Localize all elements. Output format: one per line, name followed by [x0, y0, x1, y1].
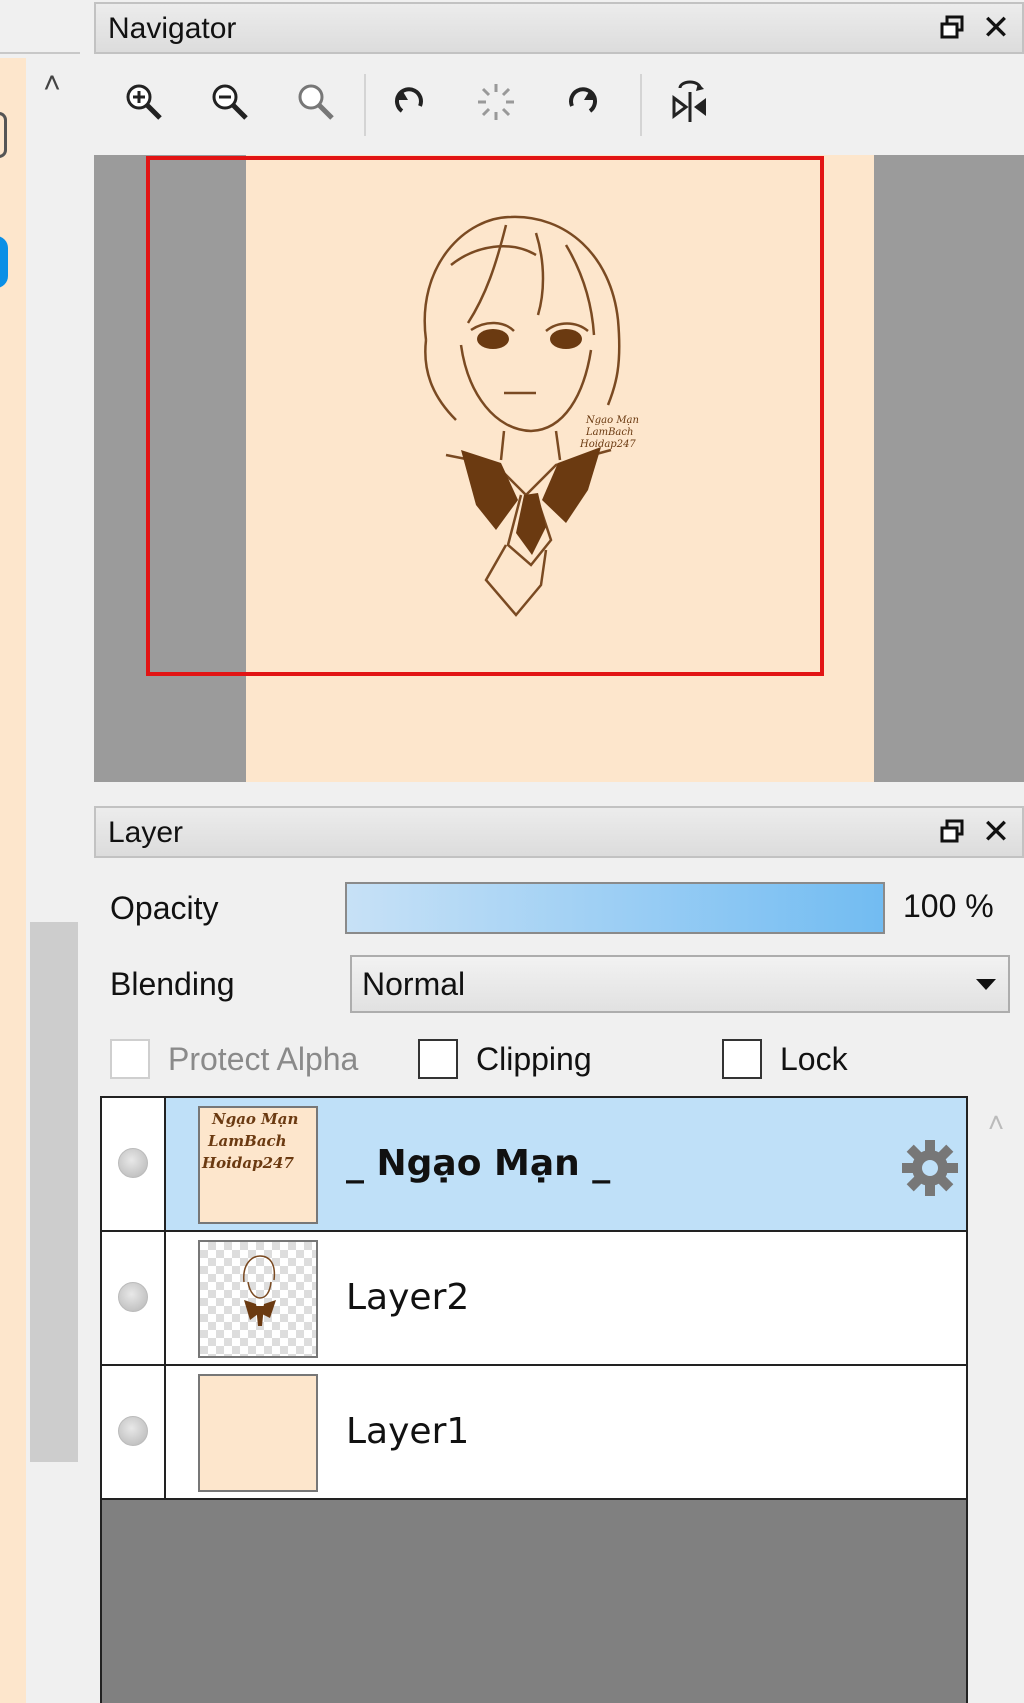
- visibility-dot-icon: [118, 1416, 148, 1446]
- navigator-title: Navigator: [108, 12, 237, 45]
- lock-label: Lock: [780, 1041, 848, 1077]
- layer-row[interactable]: Layer2: [102, 1232, 966, 1366]
- layer-row[interactable]: Ngạo Mạn LamBach Hoidap247 _ Ngạo Mạn _: [102, 1098, 966, 1232]
- layer-name[interactable]: Layer2: [346, 1232, 469, 1364]
- left-scrollbar-thumb[interactable]: [30, 922, 78, 1462]
- blending-select[interactable]: Normal: [350, 955, 1010, 1013]
- float-window-icon[interactable]: [938, 14, 966, 42]
- layer-row[interactable]: Layer1: [102, 1366, 966, 1500]
- float-window-icon[interactable]: [938, 818, 966, 846]
- canvas-edge: [0, 58, 26, 1703]
- close-icon[interactable]: ✕: [980, 11, 1012, 45]
- layer-title-bar[interactable]: Layer ✕: [94, 806, 1024, 858]
- layer-thumbnail: Ngạo Mạn LamBach Hoidap247: [198, 1106, 318, 1224]
- partial-active-tool-icon: [0, 236, 8, 288]
- layer-visibility-toggle[interactable]: [102, 1366, 166, 1498]
- opacity-value: 100 %: [903, 888, 994, 924]
- opacity-slider[interactable]: [345, 882, 885, 934]
- chevron-up-icon[interactable]: ˄: [36, 64, 68, 104]
- visibility-dot-icon: [118, 1282, 148, 1312]
- gear-icon[interactable]: [898, 1136, 962, 1200]
- rotate-left-icon[interactable]: [384, 76, 436, 128]
- protect-alpha-label: Protect Alpha: [168, 1041, 359, 1077]
- layer-list[interactable]: Ngạo Mạn LamBach Hoidap247 _ Ngạo Mạn _: [100, 1096, 968, 1703]
- thumb-text-line: LamBach: [208, 1132, 287, 1150]
- layer-panel-title: Layer: [108, 816, 184, 849]
- chevron-up-icon[interactable]: ˄: [980, 1108, 1012, 1138]
- protect-alpha-checkbox[interactable]: [110, 1039, 150, 1079]
- partial-tool-icon: [0, 112, 7, 158]
- zoom-in-icon[interactable]: [118, 76, 170, 128]
- thumb-text-line: Ngạo Mạn: [212, 1110, 299, 1128]
- zoom-out-icon[interactable]: [204, 76, 256, 128]
- visibility-dot-icon: [118, 1148, 148, 1178]
- flip-horizontal-icon[interactable]: [664, 76, 716, 128]
- navigator-title-bar[interactable]: Navigator ✕: [94, 2, 1024, 54]
- layer-visibility-toggle[interactable]: [102, 1232, 166, 1364]
- blending-value: Normal: [362, 966, 466, 1002]
- close-icon[interactable]: ✕: [980, 815, 1012, 849]
- left-divider: [0, 52, 80, 54]
- rotate-reset-icon[interactable]: [470, 76, 522, 128]
- blending-label: Blending: [110, 966, 235, 1002]
- layer-name[interactable]: Layer1: [346, 1366, 469, 1498]
- clipping-checkbox[interactable]: [418, 1039, 458, 1079]
- opacity-label: Opacity: [110, 890, 219, 926]
- layer-name[interactable]: _ Ngạo Mạn _: [346, 1098, 610, 1230]
- opacity-slider-fill: [347, 884, 883, 932]
- rotate-right-icon[interactable]: [556, 76, 608, 128]
- navigator-toolbar: [96, 54, 1024, 154]
- layer-thumbnail: [198, 1374, 318, 1492]
- layer-visibility-toggle[interactable]: [102, 1098, 166, 1230]
- lock-checkbox[interactable]: [722, 1039, 762, 1079]
- zoom-reset-icon[interactable]: [290, 76, 342, 128]
- clipping-label: Clipping: [476, 1041, 592, 1077]
- layer-thumbnail: [198, 1240, 318, 1358]
- navigator-viewport-rect[interactable]: [146, 156, 824, 676]
- thumb-text-line: Hoidap247: [202, 1154, 294, 1172]
- chevron-down-icon: [976, 979, 996, 990]
- toolbar-separator: [364, 74, 366, 136]
- navigator-preview[interactable]: Ngạo Mạn LamBach Hoidap247: [94, 155, 1024, 782]
- toolbar-separator: [640, 74, 642, 136]
